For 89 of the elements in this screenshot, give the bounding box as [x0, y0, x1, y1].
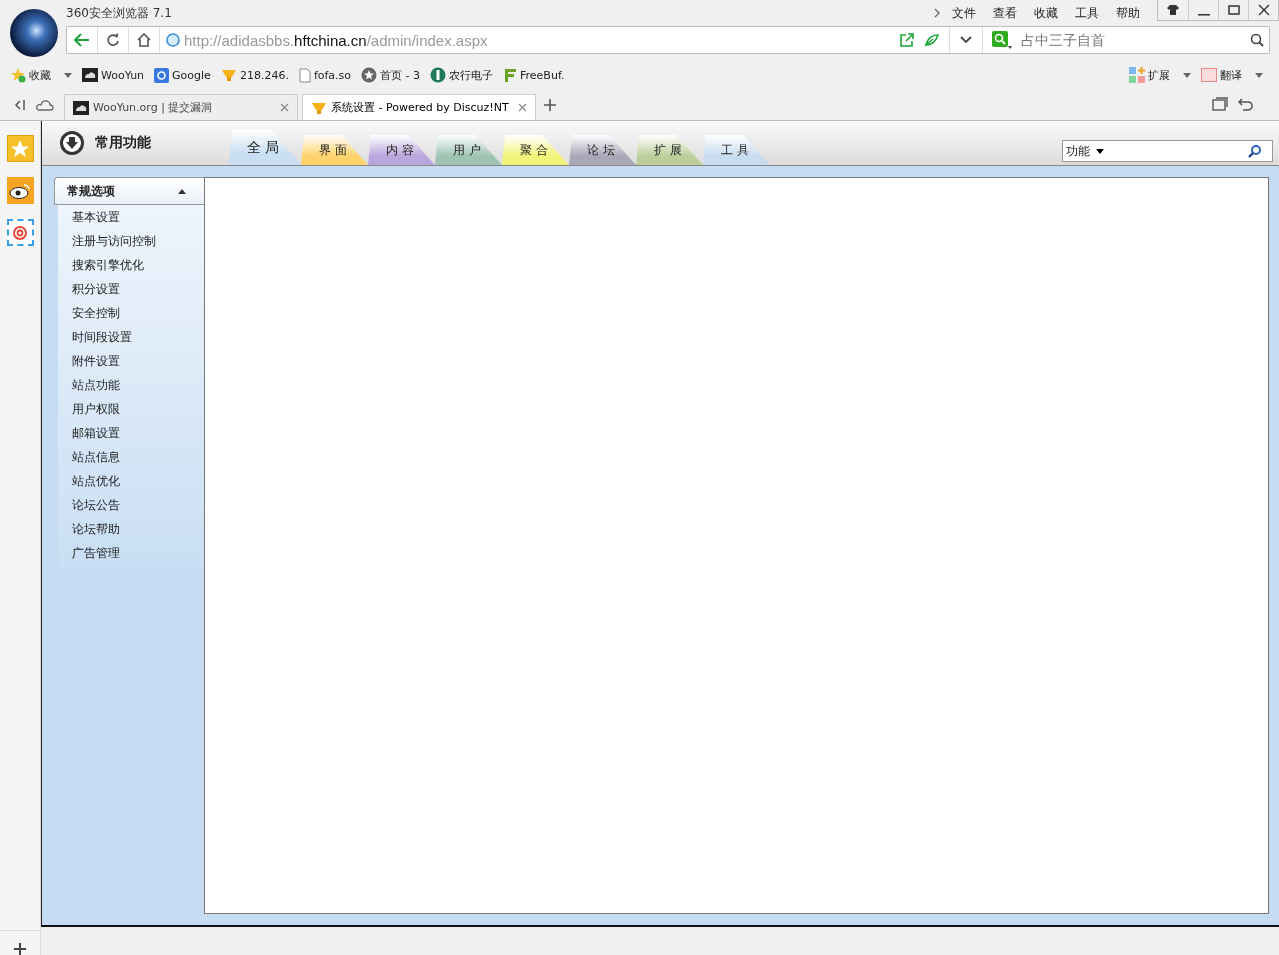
menu-item[interactable]: 查看 — [993, 4, 1017, 22]
caret-icon — [64, 72, 72, 78]
close-icon — [280, 103, 289, 112]
menu-link[interactable]: 积分设置 — [58, 277, 204, 301]
toolbar-item[interactable]: 扩展 — [1129, 67, 1191, 83]
category-tab[interactable]: 聚 合 — [502, 135, 569, 165]
search-engine-icon — [992, 31, 1012, 49]
bookmark-item[interactable]: 首页 - 3 — [361, 67, 421, 83]
menu-link[interactable]: 安全控制 — [58, 301, 204, 325]
menu-item[interactable]: 帮助 — [1116, 4, 1140, 22]
browser-tab[interactable]: 系统设置 - Powered by Discuz!NT — [302, 94, 536, 120]
category-tab[interactable]: 工 具 — [703, 135, 770, 165]
star-icon — [10, 138, 30, 159]
menu-link[interactable]: 广告管理 — [58, 541, 204, 565]
add-icon[interactable] — [14, 943, 26, 955]
star-icon — [10, 67, 26, 83]
share-icon — [900, 33, 914, 47]
menu-link[interactable]: 用户权限 — [58, 397, 204, 421]
globe-icon — [166, 33, 180, 47]
menu-item[interactable]: 文件 — [952, 4, 976, 22]
category-tab[interactable]: 内 容 — [368, 135, 435, 165]
window-title: 360安全浏览器 7.1 — [66, 4, 173, 22]
bookmark-item[interactable]: Google — [154, 67, 211, 83]
bookmark-item[interactable]: FreeBuf. — [503, 67, 565, 83]
back-icon — [74, 33, 90, 47]
close-icon — [518, 103, 527, 112]
menu-link[interactable]: 站点功能 — [58, 373, 204, 397]
bookmark-item[interactable]: 收藏 — [10, 67, 72, 83]
search-icon — [1250, 33, 1264, 47]
weibo-button[interactable] — [6, 177, 34, 204]
freebuf-icon — [503, 67, 518, 83]
category-tab[interactable]: 界 面 — [301, 135, 368, 165]
cloud-icon — [73, 100, 89, 115]
caret-icon — [1096, 148, 1104, 154]
menu-link[interactable]: 搜索引擎优化 — [58, 253, 204, 277]
undo-icon[interactable] — [1238, 97, 1254, 111]
chevron-icon[interactable] — [934, 8, 940, 18]
google-icon — [154, 67, 170, 83]
mail-button[interactable] — [6, 219, 34, 246]
collapse-icon[interactable] — [14, 99, 26, 111]
bookmark-item[interactable]: fofa.so — [298, 67, 352, 83]
browser-logo[interactable] — [10, 9, 58, 57]
leaf-icon — [924, 33, 940, 47]
menu-link[interactable]: 基本设置 — [58, 205, 204, 229]
address-bar[interactable]: http://adidasbbs.hftchina.cn/admin/index.aspx 占中三子自首 — [66, 26, 1270, 54]
section-title: 常用功能 — [95, 134, 151, 152]
category-tab[interactable]: 论 坛 — [569, 135, 636, 165]
category-tab[interactable]: 全 局 — [229, 130, 301, 165]
download-icon — [59, 130, 85, 156]
menu-link[interactable]: 注册与访问控制 — [58, 229, 204, 253]
minimize-icon — [1197, 14, 1210, 16]
menu-section-header[interactable]: 常规选项 — [54, 177, 204, 205]
search-icon — [1248, 144, 1262, 158]
menu-link[interactable]: 邮箱设置 — [58, 421, 204, 445]
toolbar-item[interactable]: 翻译 — [1201, 67, 1263, 83]
menu-link[interactable]: 论坛公告 — [58, 493, 204, 517]
maximize-icon — [1227, 5, 1240, 15]
caret-icon — [1255, 72, 1263, 78]
menu-link[interactable]: 论坛帮助 — [58, 517, 204, 541]
browser-tab[interactable]: WooYun.org | 提交漏洞 — [64, 94, 298, 120]
bookmark-item[interactable]: 218.246. — [220, 68, 289, 82]
home-icon — [137, 33, 151, 47]
menu-link[interactable]: 站点优化 — [58, 469, 204, 493]
close-icon — [1257, 4, 1270, 16]
search-field[interactable]: 功能 — [1062, 140, 1273, 162]
menu-link[interactable]: 站点信息 — [58, 445, 204, 469]
eye-icon — [9, 182, 31, 199]
bookmark-item[interactable]: 农行电子 — [430, 67, 494, 83]
shirt-icon — [1167, 5, 1179, 15]
cloud-icon[interactable] — [36, 99, 54, 111]
translate-icon — [1201, 68, 1217, 82]
menu-link[interactable]: 时间段设置 — [58, 325, 204, 349]
dropdown-icon — [959, 35, 973, 45]
caret-icon — [1183, 72, 1191, 78]
bank-icon — [430, 67, 447, 83]
menu-item[interactable]: 工具 — [1075, 4, 1099, 22]
star-icon — [361, 67, 378, 83]
category-tab[interactable]: 用 户 — [435, 135, 502, 165]
cloud-icon — [82, 68, 98, 82]
bookmark-item[interactable]: WooYun — [82, 68, 145, 82]
new-tab-icon[interactable] — [544, 99, 556, 111]
window-icon[interactable] — [1212, 97, 1228, 111]
apps-icon — [1129, 67, 1145, 83]
refresh-icon — [106, 33, 120, 47]
category-tab[interactable]: 扩 展 — [636, 135, 703, 165]
page-icon — [298, 67, 311, 83]
url-text[interactable]: http://adidasbbs.hftchina.cn/admin/index.aspx — [184, 31, 895, 49]
menu-item[interactable]: 收藏 — [1034, 4, 1058, 22]
menu-link[interactable]: 附件设置 — [58, 349, 204, 373]
